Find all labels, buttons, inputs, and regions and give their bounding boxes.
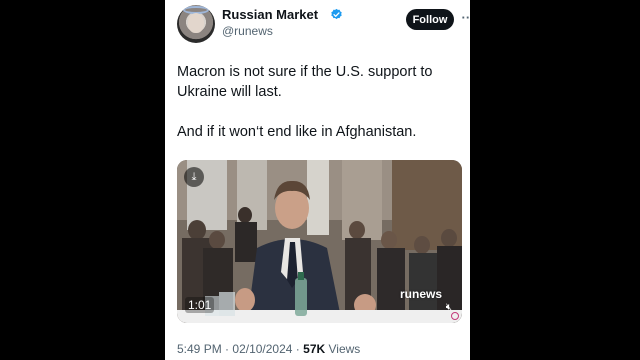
video-duration: 1:01 [185,297,215,313]
corner-logo-icon [451,312,459,320]
views-count: 57K [303,342,326,356]
avatar-face [188,13,204,33]
avatar[interactable] [177,5,215,43]
views-label: Views [328,342,361,356]
tweet-paragraph: And if it won‘t end like in Afghanistan. [177,124,417,140]
meta-separator: · [295,342,300,356]
tweet-meta: 5:49 PM · 02/10/2024 · 57K Views [177,342,360,356]
tweet-date[interactable]: 02/10/2024 [232,342,292,356]
tweet-paragraph: Macron is not sure if the U.S. support t… [177,64,433,100]
follow-button[interactable]: Follow [406,9,454,30]
download-icon[interactable]: ⤓ [184,167,204,187]
author-handle[interactable]: @runews [222,24,273,38]
speaker-muted-icon[interactable]: 🔇︎ [446,302,452,313]
author-display-name[interactable]: Russian Market [222,7,318,22]
video-watermark: runews [399,287,442,301]
tweet-time[interactable]: 5:49 PM [177,342,222,356]
meta-separator: · [225,342,230,356]
tweet-card: Russian Market @runews Follow ··· Macron… [165,0,470,360]
tweet-header: Russian Market @runews Follow ··· [177,5,471,45]
more-horizontal-icon[interactable]: ··· [460,9,471,27]
video-player[interactable]: ⤓ 1:01 runews 🔇︎ [177,160,462,323]
tweet-text: Macron is not sure if the U.S. support t… [177,62,462,162]
verified-badge-icon [331,8,342,20]
